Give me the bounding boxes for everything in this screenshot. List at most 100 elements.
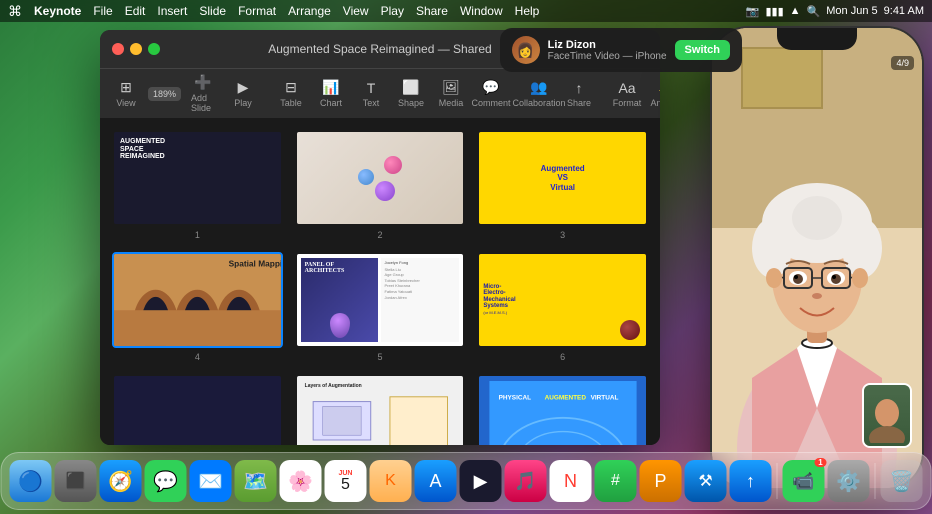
trash-icon: 🗑️ bbox=[889, 469, 914, 494]
zoom-indicator[interactable]: 189% bbox=[148, 87, 181, 101]
apple-menu[interactable]: ⌘ bbox=[8, 3, 22, 20]
shape-label: Shape bbox=[398, 98, 424, 108]
mail-icon: ✉️ bbox=[198, 469, 223, 494]
dock-appstore[interactable]: A bbox=[415, 460, 457, 502]
launchpad-icon: ⬛ bbox=[66, 471, 86, 491]
dock-finder[interactable]: 🔵 bbox=[10, 460, 52, 502]
facetime-caller-name: Liz Dizon bbox=[548, 39, 667, 51]
dock-maps[interactable]: 🗺️ bbox=[235, 460, 277, 502]
sphere-blue bbox=[358, 169, 374, 185]
menu-format[interactable]: Format bbox=[238, 4, 276, 18]
toolbar-share[interactable]: ↑ Share bbox=[561, 76, 597, 112]
menu-play[interactable]: Play bbox=[381, 4, 404, 18]
slide-thumb-8: Layers of Augmentation bbox=[295, 374, 466, 445]
dock-messages[interactable]: 💬 bbox=[145, 460, 187, 502]
facetime-switch-button[interactable]: Switch bbox=[675, 40, 730, 60]
dock-trash[interactable]: 🗑️ bbox=[881, 460, 923, 502]
view-label: View bbox=[116, 98, 135, 108]
menu-help[interactable]: Help bbox=[515, 4, 540, 18]
table-icon: ⊟ bbox=[285, 79, 297, 96]
slide-item-6[interactable]: Micro-Electro-MechanicalSystems(or M.E.M… bbox=[477, 252, 648, 362]
toolbar-shape[interactable]: ⬜ Shape bbox=[393, 75, 429, 112]
calendar-day: 5 bbox=[341, 477, 350, 493]
toolbar-animate[interactable]: ✨ Animate bbox=[649, 75, 660, 112]
slide-thumb-7: AUGO bbox=[112, 374, 283, 445]
share-icon: ↑ bbox=[576, 80, 583, 96]
slide-grid: AUGMENTEDSPACEREIMAGINED 1 bbox=[100, 118, 660, 445]
dock-facetime[interactable]: 📹 1 bbox=[783, 460, 825, 502]
menu-slide[interactable]: Slide bbox=[199, 4, 226, 18]
menu-share[interactable]: Share bbox=[416, 4, 448, 18]
slide-thumb-4: Spatial Mapping bbox=[112, 252, 283, 348]
toolbar: ⊞ View 189% ➕ Add Slide ▶ Play ⊟ Table 📊… bbox=[100, 68, 660, 118]
slide1-content: AUGMENTEDSPACEREIMAGINED bbox=[120, 138, 165, 161]
dock-music[interactable]: 🎵 bbox=[505, 460, 547, 502]
toolbar-format[interactable]: Aa Format bbox=[609, 76, 645, 112]
slide-thumb-6: Micro-Electro-MechanicalSystems(or M.E.M… bbox=[477, 252, 648, 348]
toolbar-table[interactable]: ⊟ Table bbox=[273, 75, 309, 112]
dock-xcode[interactable]: ⚒ bbox=[685, 460, 727, 502]
dock-tv[interactable]: ▶ bbox=[460, 460, 502, 502]
menu-view[interactable]: View bbox=[343, 4, 369, 18]
dock-pages[interactable]: P bbox=[640, 460, 682, 502]
dock-mail[interactable]: ✉️ bbox=[190, 460, 232, 502]
sphere-purple bbox=[375, 181, 395, 201]
dock-launchpad[interactable]: ⬛ bbox=[55, 460, 97, 502]
slide-item-8[interactable]: Layers of Augmentation 8 bbox=[295, 374, 466, 445]
window-title: Augmented Space Reimagined — Shared bbox=[268, 42, 491, 56]
menu-file[interactable]: File bbox=[93, 4, 112, 18]
slide-item-7[interactable]: AUGO 7 bbox=[112, 374, 283, 445]
toolbar-view[interactable]: ⊞ View bbox=[108, 75, 144, 112]
sphere-pink bbox=[384, 156, 402, 174]
slide-thumb-5: PANEL OFARCHITECTS Jocelyn Fong Stella L… bbox=[295, 252, 466, 348]
dock-calendar[interactable]: JUN 5 bbox=[325, 460, 367, 502]
slides-panel: AUGMENTEDSPACEREIMAGINED 1 bbox=[100, 118, 660, 445]
menubar-right: 📷 ▮▮▮ ▲ 🔍 Mon Jun 5 9:41 AM bbox=[746, 5, 924, 18]
slide-item-3[interactable]: AugmentedVSVirtual 3 bbox=[477, 130, 648, 240]
dock-photos[interactable]: 🌸 bbox=[280, 460, 322, 502]
toolbar-chart[interactable]: 📊 Chart bbox=[313, 75, 349, 112]
slide-number-4: 4 bbox=[195, 352, 200, 362]
slide3-content: AugmentedVSVirtual bbox=[541, 164, 585, 193]
toolbar-addslide[interactable]: ➕ Add Slide bbox=[185, 70, 221, 117]
magnifier-icon[interactable]: 🔍 bbox=[807, 5, 821, 18]
slide-number-2: 2 bbox=[377, 230, 382, 240]
toolbar-text[interactable]: T Text bbox=[353, 76, 389, 112]
toolbar-comment[interactable]: 💬 Comment bbox=[473, 75, 509, 112]
iphone-frame: 4/9 bbox=[712, 28, 922, 488]
animate-label: Animate bbox=[651, 98, 660, 108]
news-icon: N bbox=[564, 471, 577, 492]
safari-icon: 🧭 bbox=[108, 469, 133, 494]
menu-window[interactable]: Window bbox=[460, 4, 503, 18]
close-button[interactable] bbox=[112, 43, 124, 55]
chart-icon: 📊 bbox=[322, 79, 339, 96]
maximize-button[interactable] bbox=[148, 43, 160, 55]
app-name[interactable]: Keynote bbox=[34, 4, 81, 18]
dock-appstore2[interactable]: ↑ bbox=[730, 460, 772, 502]
toolbar-media[interactable]: 🖼 Media bbox=[433, 75, 469, 112]
menubar-left: ⌘ Keynote File Edit Insert Slide Format … bbox=[8, 3, 539, 20]
minimize-button[interactable] bbox=[130, 43, 142, 55]
menu-insert[interactable]: Insert bbox=[157, 4, 187, 18]
dock-keynote[interactable]: K bbox=[370, 460, 412, 502]
dock-systemprefs[interactable]: ⚙️ bbox=[828, 460, 870, 502]
dock-numbers[interactable]: # bbox=[595, 460, 637, 502]
slide-item-2[interactable]: 2 bbox=[295, 130, 466, 240]
slide-item-1[interactable]: AUGMENTEDSPACEREIMAGINED 1 bbox=[112, 130, 283, 240]
menu-arrange[interactable]: Arrange bbox=[288, 4, 331, 18]
facetime-video: 4/9 bbox=[712, 28, 922, 488]
slide-item-4[interactable]: Spatial Mapping 4 bbox=[112, 252, 283, 362]
svg-text:VIRTUAL: VIRTUAL bbox=[590, 394, 618, 401]
toolbar-play[interactable]: ▶ Play bbox=[225, 75, 261, 112]
slide-item-5[interactable]: PANEL OFARCHITECTS Jocelyn Fong Stella L… bbox=[295, 252, 466, 362]
slide-item-9[interactable]: PHYSICAL AUGMENTED VIRTUAL 9 bbox=[477, 374, 648, 445]
addslide-icon: ➕ bbox=[194, 74, 211, 91]
table-label: Table bbox=[280, 98, 302, 108]
dock-news[interactable]: N bbox=[550, 460, 592, 502]
menu-edit[interactable]: Edit bbox=[125, 4, 146, 18]
toolbar-collaboration[interactable]: 👥 Collaboration bbox=[521, 75, 557, 112]
svg-text:PHYSICAL: PHYSICAL bbox=[498, 394, 531, 401]
dock-separator bbox=[777, 463, 778, 499]
facetime-notification: 👩 Liz Dizon FaceTime Video — iPhone Swit… bbox=[500, 28, 742, 72]
dock-safari[interactable]: 🧭 bbox=[100, 460, 142, 502]
